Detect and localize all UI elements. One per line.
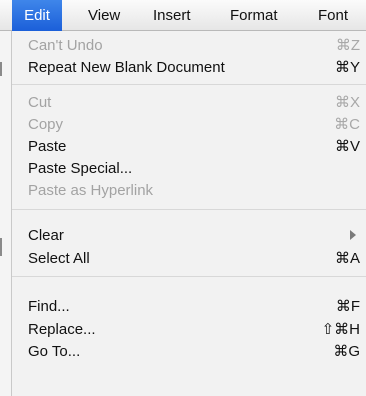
menu-item-shortcut: ⌘C	[334, 116, 360, 133]
menu-item-shortcut: ⌘X	[334, 94, 360, 111]
edit-menu-dropdown: Can't Undo ⌘Z Repeat New Blank Document …	[12, 31, 366, 396]
menu-item-label: Paste Special...	[28, 159, 133, 177]
menu-item-paste-special[interactable]: Paste Special...	[12, 157, 366, 179]
menu-item-label: Go To...	[28, 342, 81, 360]
menu-edit[interactable]: Edit	[12, 0, 62, 31]
menu-item-replace[interactable]: Replace... ⇧⌘H	[12, 318, 366, 340]
menu-insert[interactable]: Insert	[153, 0, 191, 31]
menu-item-label: Can't Undo	[28, 36, 103, 54]
menu-item-paste[interactable]: Paste ⌘V	[12, 135, 366, 157]
menu-item-label: Find...	[28, 297, 70, 315]
menu-font[interactable]: Font	[318, 0, 348, 31]
window-edge-mark	[0, 62, 2, 76]
menu-item-shortcut: ⌘V	[334, 138, 360, 155]
menu-item-label: Clear	[28, 226, 64, 244]
menu-item-shortcut: ⌘A	[334, 250, 360, 267]
menu-item-cut[interactable]: Cut ⌘X	[12, 91, 366, 113]
menu-item-shortcut: ⌘Y	[334, 59, 360, 76]
window-edge-mark	[0, 238, 2, 256]
menu-item-paste-as-hyperlink[interactable]: Paste as Hyperlink	[12, 179, 366, 201]
menu-format[interactable]: Format	[230, 0, 278, 31]
menu-separator	[12, 276, 366, 277]
menu-item-go-to[interactable]: Go To... ⌘G	[12, 340, 366, 362]
menu-item-label: Replace...	[28, 320, 96, 338]
menu-view[interactable]: View	[88, 0, 120, 31]
menu-item-label: Copy	[28, 115, 64, 133]
menu-item-copy[interactable]: Copy ⌘C	[12, 113, 366, 135]
menu-separator	[12, 209, 366, 210]
menu-item-cant-undo[interactable]: Can't Undo ⌘Z	[12, 34, 366, 56]
menu-item-find[interactable]: Find... ⌘F	[12, 295, 366, 317]
menu-item-shortcut: ⌘F	[335, 298, 360, 315]
menu-item-select-all[interactable]: Select All ⌘A	[12, 247, 366, 269]
menu-item-repeat[interactable]: Repeat New Blank Document ⌘Y	[12, 56, 366, 78]
menu-item-shortcut: ⇧⌘H	[321, 321, 360, 338]
menu-item-label: Select All	[28, 249, 90, 267]
menu-item-shortcut: ⌘G	[333, 343, 360, 360]
menu-item-shortcut: ⌘Z	[335, 37, 360, 54]
menu-item-clear[interactable]: Clear	[12, 224, 366, 246]
menu-item-label: Repeat New Blank Document	[28, 58, 225, 76]
screen: Edit View Insert Format Font Can't Undo …	[0, 0, 366, 396]
menu-item-label: Cut	[28, 93, 52, 111]
menu-separator	[12, 84, 366, 85]
chevron-right-icon	[350, 230, 356, 240]
menu-item-label: Paste as Hyperlink	[28, 181, 154, 199]
menu-item-label: Paste	[28, 137, 67, 155]
menu-bar: Edit View Insert Format Font	[0, 0, 366, 31]
